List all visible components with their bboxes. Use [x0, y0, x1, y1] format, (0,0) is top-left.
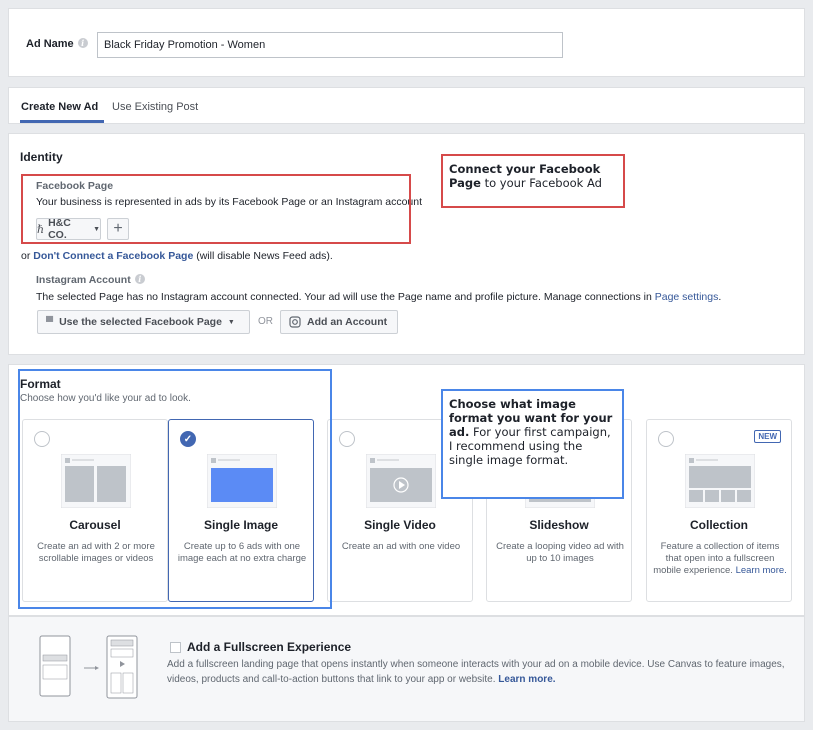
- instagram-icon: [289, 316, 301, 328]
- fullscreen-checkbox[interactable]: [170, 642, 181, 653]
- radio-button[interactable]: [339, 431, 355, 447]
- learn-more-link[interactable]: Learn more.: [736, 565, 787, 576]
- tab-bar: Create New Ad Use Existing Post: [8, 87, 805, 124]
- facebook-page-highlight: [21, 174, 411, 244]
- ad-name-input[interactable]: [97, 32, 563, 58]
- format-callout: Choose what image format you want for yo…: [441, 389, 624, 499]
- format-panel: Format Choose how you'd like your ad to …: [8, 364, 805, 616]
- flag-icon: ▀: [46, 316, 54, 328]
- info-icon[interactable]: i: [77, 38, 88, 48]
- new-badge: NEW: [754, 430, 781, 443]
- card-title: Single Video: [364, 518, 436, 532]
- card-title: Collection: [689, 518, 748, 532]
- or-separator: OR: [258, 316, 273, 327]
- fullscreen-panel: Add a Fullscreen Experience Add a fullsc…: [8, 616, 805, 722]
- card-desc: Create an ad with one video: [341, 541, 461, 552]
- info-icon[interactable]: i: [134, 274, 145, 284]
- caret-down-icon: ▼: [227, 318, 235, 326]
- tab-use-existing-post[interactable]: Use Existing Post: [112, 101, 198, 113]
- learn-more-link[interactable]: Learn more.: [498, 674, 555, 685]
- use-facebook-page-button[interactable]: ▀ Use the selected Facebook Page ▼: [37, 310, 250, 334]
- fullscreen-title: Add a Fullscreen Experience: [187, 640, 352, 654]
- format-card-collection[interactable]: NEW Collection Feature a collection of i…: [646, 419, 792, 602]
- dont-connect-line: or Don't Connect a Facebook Page (will d…: [21, 250, 333, 262]
- radio-button[interactable]: [658, 431, 674, 447]
- fullscreen-illustration-icon: [39, 635, 138, 699]
- instagram-label: Instagram Account i: [36, 274, 145, 286]
- identity-title: Identity: [20, 150, 63, 164]
- fullscreen-desc: Add a fullscreen landing page that opens…: [167, 659, 785, 685]
- ad-name-panel: Ad Name i: [8, 8, 805, 77]
- page-settings-link[interactable]: Page settings: [655, 291, 719, 303]
- ad-name-label: Ad Name i: [26, 38, 88, 50]
- tab-create-new-ad[interactable]: Create New Ad: [21, 101, 98, 113]
- card-desc: Feature a collection of items that open …: [653, 541, 787, 576]
- add-account-button[interactable]: Add an Account: [280, 310, 398, 334]
- instagram-desc: The selected Page has no Instagram accou…: [36, 291, 722, 303]
- active-tab-indicator: [20, 120, 104, 123]
- card-desc: Create a looping video ad with up to 10 …: [496, 541, 624, 564]
- single-video-thumbnail-icon: [366, 454, 436, 508]
- collection-thumbnail-icon: [685, 454, 755, 508]
- identity-panel: Identity Facebook Page Your business is …: [8, 133, 805, 355]
- identity-callout: Connect your Facebook Page to your Faceb…: [441, 154, 625, 208]
- format-highlight: [18, 369, 332, 609]
- card-title: Slideshow: [529, 518, 589, 532]
- dont-connect-link[interactable]: Don't Connect a Facebook Page: [33, 250, 193, 262]
